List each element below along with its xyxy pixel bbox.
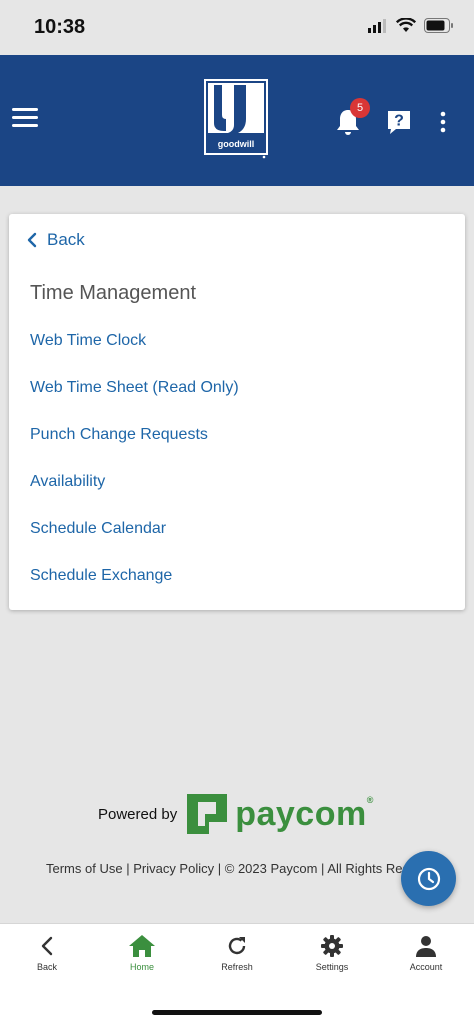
chevron-left-icon: [41, 936, 53, 956]
status-bar: 10:38: [0, 0, 474, 55]
goodwill-logo: goodwill: [204, 79, 268, 159]
question-icon[interactable]: ?: [386, 109, 412, 135]
home-icon: [129, 935, 155, 957]
paycom-logo-mark: [187, 794, 228, 834]
svg-text:goodwill: goodwill: [218, 139, 255, 149]
privacy-policy-link[interactable]: Privacy Policy: [133, 861, 214, 876]
footer-legal: Terms of Use | Privacy Policy | © 2023 P…: [46, 861, 406, 876]
wifi-icon: [396, 18, 416, 32]
back-link-label: Back: [47, 230, 85, 249]
page-title: Time Management: [30, 282, 196, 304]
menu-item-web-time-sheet[interactable]: Web Time Sheet (Read Only): [30, 379, 239, 426]
tab-refresh-label: Refresh: [221, 962, 253, 972]
tab-home-label: Home: [129, 962, 154, 972]
gear-icon: [321, 935, 343, 957]
status-time: 10:38: [34, 16, 86, 38]
menu-item-availability[interactable]: Availability: [30, 473, 239, 520]
menu-item-punch-change-requests[interactable]: Punch Change Requests: [30, 426, 239, 473]
tab-account-label: Account: [409, 962, 443, 972]
refresh-icon: [228, 937, 246, 955]
copyright-text: © 2023 Paycom | All Rights Reserved: [224, 861, 406, 876]
tab-back[interactable]: Back: [7, 934, 87, 972]
terms-of-use-link[interactable]: Terms of Use: [46, 861, 123, 876]
time-management-card: Back Time Management Web Time Clock Web …: [9, 214, 465, 610]
tab-refresh[interactable]: Refresh: [197, 934, 277, 972]
chevron-left-icon: [27, 232, 37, 248]
signal-icon: [368, 18, 386, 33]
person-icon: [416, 936, 436, 957]
app-header: goodwill 5 ?: [0, 55, 474, 186]
tab-home[interactable]: Home: [102, 934, 182, 972]
tab-back-label: Back: [36, 962, 57, 972]
menu-item-schedule-calendar[interactable]: Schedule Calendar: [30, 520, 239, 567]
home-indicator: [152, 1010, 322, 1015]
tab-settings[interactable]: Settings: [292, 934, 372, 972]
battery-icon: [424, 18, 453, 33]
time-management-menu: Web Time Clock Web Time Sheet (Read Only…: [30, 332, 239, 614]
clock-icon: [417, 867, 440, 890]
svg-text:?: ?: [394, 113, 404, 130]
powered-by: Powered by paycom®: [98, 792, 374, 836]
status-icons: [368, 18, 454, 33]
back-link[interactable]: Back: [27, 230, 85, 250]
hamburger-menu-icon[interactable]: [12, 108, 38, 130]
clock-fab-button[interactable]: [401, 851, 456, 906]
menu-item-schedule-exchange[interactable]: Schedule Exchange: [30, 567, 239, 614]
menu-item-web-time-clock[interactable]: Web Time Clock: [30, 332, 239, 379]
paycom-brand: paycom®: [235, 794, 374, 833]
tab-account[interactable]: Account: [386, 934, 466, 972]
more-vertical-icon[interactable]: [436, 111, 450, 133]
tab-settings-label: Settings: [315, 962, 349, 972]
notification-badge: 5: [350, 98, 370, 118]
powered-by-label: Powered by: [98, 805, 178, 823]
